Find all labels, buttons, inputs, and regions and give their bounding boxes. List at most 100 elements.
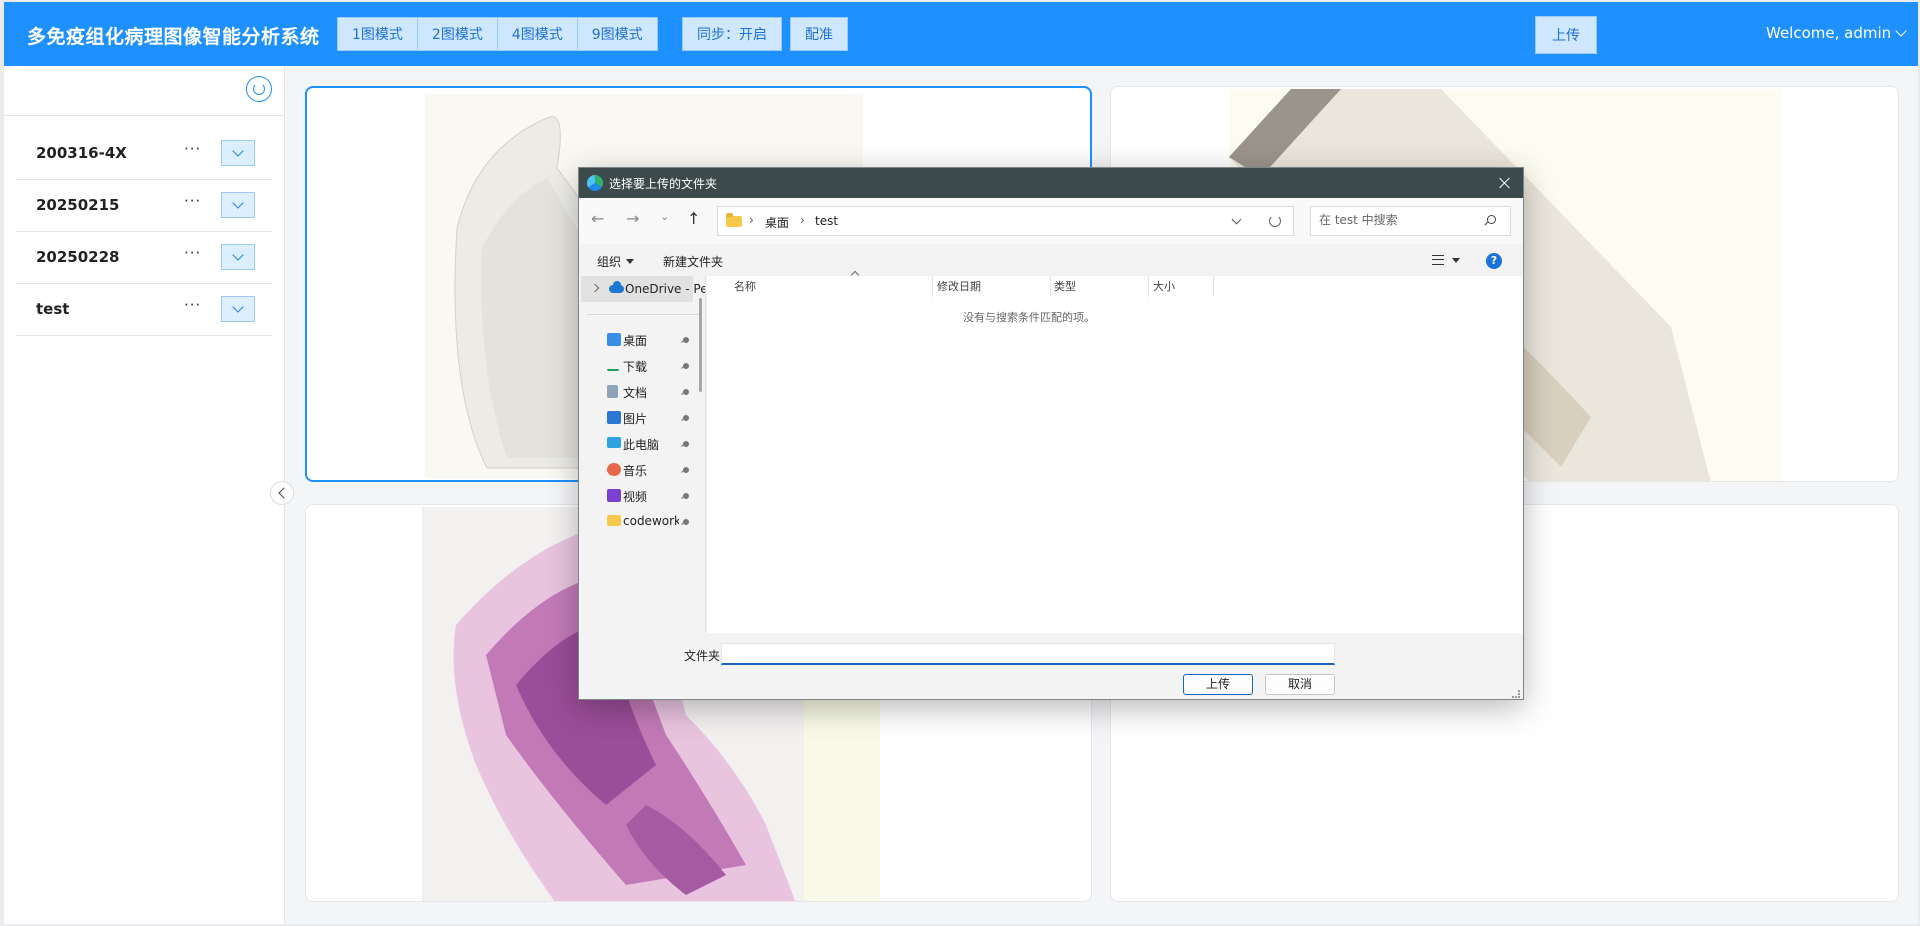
resize-grip-icon[interactable] [1512, 690, 1520, 698]
mode-4-button[interactable]: 4图模式 [496, 17, 577, 51]
folder-icon [726, 213, 742, 227]
chevron-right-icon[interactable] [590, 283, 600, 293]
breadcrumb-test[interactable]: test [815, 214, 838, 228]
expand-chevron-button[interactable] [221, 244, 255, 270]
more-options-button[interactable]: ··· [184, 244, 201, 262]
folder-name: 20250228 [36, 248, 120, 266]
folder-icon [607, 515, 621, 526]
mode-2-button[interactable]: 2图模式 [416, 17, 497, 51]
back-arrow-icon[interactable]: ← [591, 209, 604, 228]
nav-item-label: 视频 [623, 490, 648, 504]
address-dropdown-icon[interactable] [1231, 214, 1242, 225]
folder-name: test [36, 300, 70, 318]
nav-item-desktop[interactable]: 桌面 [579, 327, 705, 353]
more-options-button[interactable]: ··· [184, 192, 201, 210]
folder-item[interactable]: 200316-4X ··· [16, 128, 272, 180]
nav-item-onedrive[interactable]: OneDrive - Per [581, 276, 705, 302]
column-separator[interactable] [1050, 276, 1051, 297]
computer-icon [607, 437, 621, 448]
recent-locations-chevron-icon[interactable]: ⌄ [660, 210, 669, 223]
folder-item[interactable]: test ··· [16, 284, 272, 336]
folder-field-label: 文件夹: [684, 649, 725, 663]
folder-list: 200316-4X ··· 20250215 ··· 20250228 ··· … [16, 128, 272, 336]
nav-item-music[interactable]: 音乐 [579, 457, 705, 483]
divider [587, 314, 699, 315]
navigation-bar: ← → ⌄ ↑ › 桌面 › test [579, 198, 1523, 244]
nav-item-label: 下载 [623, 360, 648, 374]
dialog-titlebar: 选择要上传的文件夹 [579, 168, 1523, 198]
register-button[interactable]: 配准 [790, 17, 848, 51]
cancel-button[interactable]: 取消 [1265, 674, 1335, 695]
more-options-button[interactable]: ··· [184, 140, 201, 158]
organize-menu-button[interactable]: 组织 [597, 253, 635, 270]
help-icon[interactable]: ? [1486, 253, 1502, 269]
search-box[interactable] [1310, 206, 1511, 236]
nav-item-this-pc[interactable]: 此电脑 [579, 431, 705, 457]
upload-button[interactable]: 上传 [1535, 16, 1597, 54]
nav-item-documents[interactable]: 文档 [579, 379, 705, 405]
up-arrow-icon[interactable]: ↑ [687, 209, 700, 228]
expand-chevron-button[interactable] [221, 296, 255, 322]
pin-icon [683, 467, 689, 473]
cloud-icon [609, 281, 624, 293]
video-icon [607, 489, 621, 502]
mode-1-button[interactable]: 1图模式 [337, 17, 417, 51]
folder-sidebar: 200316-4X ··· 20250215 ··· 20250228 ··· … [4, 66, 285, 924]
app-title: 多免疫组化病理图像智能分析系统 [27, 26, 320, 48]
dialog-title: 选择要上传的文件夹 [609, 177, 718, 191]
breadcrumb-separator-icon: › [749, 213, 754, 227]
more-options-button[interactable]: ··· [184, 296, 201, 314]
breadcrumb-desktop[interactable]: 桌面 [765, 214, 789, 231]
column-header-date[interactable]: 修改日期 [937, 278, 981, 299]
upload-confirm-button[interactable]: 上传 [1183, 674, 1253, 695]
close-icon[interactable] [1497, 175, 1513, 191]
view-options-icon[interactable] [1432, 255, 1444, 265]
refresh-icon[interactable] [246, 76, 272, 102]
mode-9-button[interactable]: 9图模式 [576, 17, 658, 51]
music-icon [607, 463, 621, 476]
pin-icon [683, 519, 689, 525]
dropdown-triangle-icon [626, 259, 635, 264]
nav-item-label: 此电脑 [623, 438, 660, 452]
new-folder-button[interactable]: 新建文件夹 [663, 253, 723, 270]
folder-field[interactable] [721, 643, 1335, 665]
address-bar[interactable]: › 桌面 › test [717, 206, 1294, 236]
expand-chevron-button[interactable] [221, 140, 255, 166]
column-header-type[interactable]: 类型 [1054, 278, 1076, 299]
column-separator[interactable] [932, 276, 933, 297]
forward-arrow-icon[interactable]: → [626, 209, 639, 228]
folder-name: 200316-4X [36, 144, 127, 162]
document-icon [607, 385, 618, 398]
app-window: 多免疫组化病理图像智能分析系统 1图模式 2图模式 4图模式 9图模式 同步：开… [4, 2, 1918, 924]
command-bar: 组织 新建文件夹 ? [579, 244, 1523, 276]
column-separator[interactable] [1213, 276, 1214, 297]
pin-icon [683, 363, 689, 369]
sync-toggle-button[interactable]: 同步：开启 [682, 17, 782, 51]
top-header: 多免疫组化病理图像智能分析系统 1图模式 2图模式 4图模式 9图模式 同步：开… [4, 2, 1918, 66]
search-input[interactable] [1319, 213, 1479, 227]
user-menu[interactable]: Welcome, admin [1766, 24, 1907, 42]
view-dropdown-icon[interactable] [1452, 258, 1460, 263]
column-header-name[interactable]: 名称 [734, 270, 930, 299]
nav-item-videos[interactable]: 视频 [579, 483, 705, 509]
folder-item[interactable]: 20250228 ··· [16, 232, 272, 284]
search-icon[interactable] [1487, 215, 1496, 224]
folder-item[interactable]: 20250215 ··· [16, 180, 272, 232]
pin-icon [683, 493, 689, 499]
column-header-size[interactable]: 大小 [1153, 278, 1175, 299]
refresh-icon[interactable] [1269, 215, 1281, 227]
organize-label: 组织 [597, 255, 622, 269]
expand-chevron-button[interactable] [221, 192, 255, 218]
download-icon [607, 359, 619, 371]
nav-item-downloads[interactable]: 下载 [579, 353, 705, 379]
folder-picker-dialog: 选择要上传的文件夹 ← → ⌄ ↑ › 桌面 › test 组织 [578, 167, 1524, 700]
column-separator[interactable] [1148, 276, 1149, 297]
nav-item-codeworkspace[interactable]: codeworksp [579, 509, 705, 535]
empty-state-message: 没有与搜索条件匹配的项。 [963, 311, 1095, 324]
nav-item-pictures[interactable]: 图片 [579, 405, 705, 431]
collapse-sidebar-button[interactable] [270, 481, 294, 505]
browser-icon [587, 175, 603, 191]
nav-item-label: OneDrive - Per [625, 282, 706, 296]
welcome-text: Welcome, admin [1766, 24, 1892, 42]
nav-item-label: 图片 [623, 412, 648, 426]
